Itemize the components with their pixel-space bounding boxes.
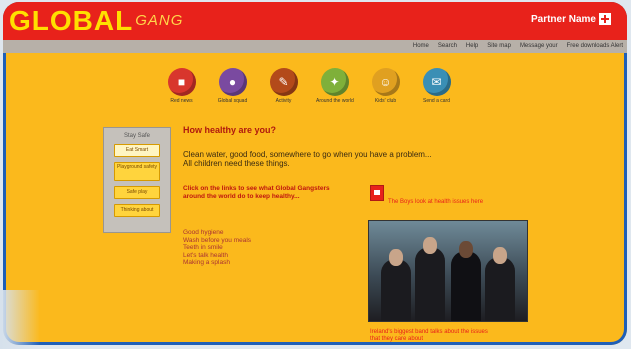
caption-line: Ireland's biggest band talks about the i… bbox=[370, 329, 488, 335]
sidebar-menu: Stay Safe Eat Smart Playground safety Sa… bbox=[103, 127, 171, 233]
band-member-face bbox=[389, 249, 403, 266]
logo-main: GLOBAL bbox=[9, 5, 134, 36]
nav-link-home[interactable]: Home bbox=[413, 41, 429, 52]
page-heading: How healthy are you? bbox=[183, 125, 277, 135]
intro-text: Clean water, good food, somewhere to go … bbox=[183, 150, 503, 168]
section-label: Around the world bbox=[316, 98, 354, 104]
band-member bbox=[415, 247, 445, 321]
nav-link-help[interactable]: Help bbox=[466, 41, 478, 52]
sidebar-button-playground[interactable]: Playground safety bbox=[114, 162, 160, 181]
band-photo[interactable] bbox=[368, 220, 528, 322]
band-member-face bbox=[423, 237, 437, 254]
section-red-news[interactable]: ■ Red news bbox=[163, 68, 200, 104]
nav-link-message[interactable]: Message your bbox=[520, 41, 558, 52]
red-cross-icon bbox=[599, 13, 611, 25]
section-kids-club[interactable]: ☺ Kids' club bbox=[367, 68, 404, 104]
boys-health-link[interactable]: The Boys look at health issues here bbox=[388, 199, 483, 205]
page-frame: GLOBAL GANG Partner Name Home Search Help… bbox=[3, 2, 627, 345]
intro-line: All children need these things. bbox=[183, 159, 290, 168]
tip-link[interactable]: Making a splash bbox=[183, 259, 251, 267]
section-activity[interactable]: ✎ Activity bbox=[265, 68, 302, 104]
caption-line: that they care about bbox=[370, 336, 424, 342]
logo-sub: GANG bbox=[135, 12, 184, 29]
nav-link-downloads[interactable]: Free downloads Alert bbox=[567, 41, 623, 52]
band-member bbox=[485, 257, 515, 321]
news-icon: ■ bbox=[167, 68, 196, 96]
corner-fade bbox=[0, 290, 40, 349]
nav-link-sitemap[interactable]: Site map bbox=[487, 41, 511, 52]
section-global-squad[interactable]: ● Global squad bbox=[214, 68, 251, 104]
sidebar-button-thinking[interactable]: Thinking about bbox=[114, 204, 160, 217]
section-icons: ■ Red news ● Global squad ✎ Activity ✦ A… bbox=[163, 68, 455, 104]
tip-link[interactable]: Wash before you meals bbox=[183, 237, 251, 245]
section-label: Kids' club bbox=[374, 98, 397, 104]
logo[interactable]: GLOBAL GANG bbox=[9, 6, 183, 36]
photo-caption[interactable]: Ireland's biggest band talks about the i… bbox=[370, 329, 540, 343]
tip-link[interactable]: Teeth in smile bbox=[183, 244, 251, 252]
band-member bbox=[451, 251, 481, 321]
header-bar: GLOBAL GANG Partner Name bbox=[3, 2, 627, 40]
band-member-face bbox=[459, 241, 473, 258]
tip-link[interactable]: Good hygiene bbox=[183, 229, 251, 237]
intro-line: Clean water, good food, somewhere to go … bbox=[183, 150, 432, 159]
tip-link[interactable]: Let's talk health bbox=[183, 252, 251, 260]
nav-link-search[interactable]: Search bbox=[438, 41, 457, 52]
sidebar-button-eat-smart[interactable]: Eat Smart bbox=[114, 144, 160, 157]
world-icon: ✦ bbox=[320, 68, 349, 96]
sidebar-title: Stay Safe bbox=[123, 133, 150, 139]
partner-logo[interactable]: Partner Name bbox=[531, 13, 611, 25]
sidebar-button-safe-play[interactable]: Safe play bbox=[114, 186, 160, 199]
globe-icon: ● bbox=[218, 68, 247, 96]
section-send-card[interactable]: ✉ Send a card bbox=[418, 68, 455, 104]
band-member-face bbox=[493, 247, 507, 264]
top-nav: Home Search Help Site map Message your F… bbox=[3, 40, 627, 53]
section-label: Send a card bbox=[423, 98, 450, 104]
video-icon[interactable] bbox=[370, 185, 384, 201]
activity-icon: ✎ bbox=[269, 68, 298, 96]
section-label: Activity bbox=[275, 98, 292, 104]
tips-list: Good hygiene Wash before you meals Teeth… bbox=[183, 229, 251, 267]
section-label: Global squad bbox=[217, 98, 248, 104]
band-member bbox=[381, 259, 411, 321]
club-icon: ☺ bbox=[371, 68, 400, 96]
partner-name: Partner Name bbox=[530, 13, 596, 25]
section-around-world[interactable]: ✦ Around the world bbox=[316, 68, 354, 104]
card-icon: ✉ bbox=[422, 68, 451, 96]
click-instructions: Click on the links to see what Global Ga… bbox=[183, 185, 330, 200]
section-label: Red news bbox=[170, 98, 193, 104]
